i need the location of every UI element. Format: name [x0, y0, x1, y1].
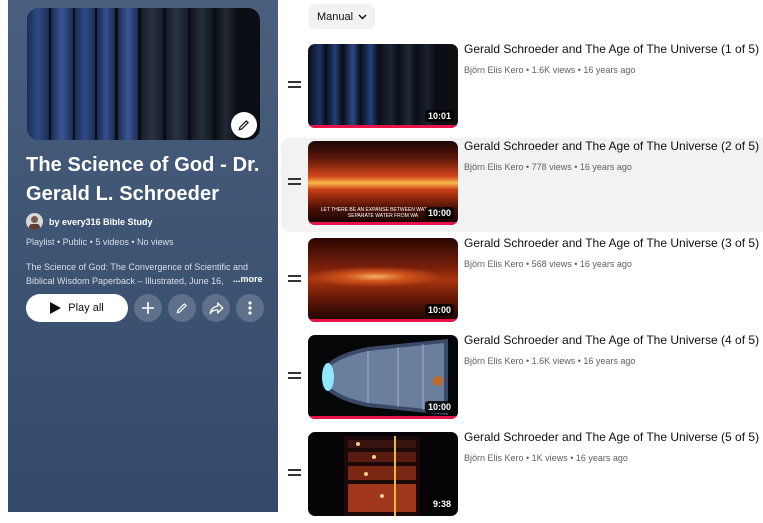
video-meta: Björn Elis Kero • 778 views • 16 years a…: [464, 162, 632, 172]
cover-book-spine: [166, 8, 188, 140]
description-more-link[interactable]: ...more: [230, 274, 263, 284]
avatar: [26, 213, 43, 230]
cover-book-spine: [75, 8, 95, 140]
share-icon: [209, 302, 223, 315]
video-title[interactable]: Gerald Schroeder and The Age of The Univ…: [464, 139, 763, 153]
list-item[interactable]: 10:00 Gerald Schroeder and The Age of Th…: [281, 332, 763, 426]
watch-progress-bar: [308, 125, 458, 128]
sort-label: Manual: [317, 10, 354, 23]
video-meta: Björn Elis Kero • 568 views • 16 years a…: [464, 259, 632, 269]
playlist-header-panel: The Science of God - Dr. Gerald L. Schro…: [8, 0, 278, 512]
share-button[interactable]: [202, 294, 230, 322]
cover-book-spine: [118, 8, 138, 140]
more-options-button[interactable]: [236, 294, 264, 322]
video-duration: 9:38: [429, 498, 454, 510]
list-item[interactable]: 10:00 Gerald Schroeder and The Age of Th…: [281, 235, 763, 329]
video-thumbnail[interactable]: 9:38: [308, 432, 458, 516]
video-thumbnail[interactable]: 10:00: [308, 238, 458, 322]
playlist-actions: Play all: [26, 294, 264, 322]
drag-handle-icon[interactable]: [288, 178, 301, 188]
video-meta: Björn Elis Kero • 1.6K views • 16 years …: [464, 65, 636, 75]
play-all-button[interactable]: Play all: [26, 294, 128, 322]
list-item[interactable]: LET THERE BE AN EXPANSE BETWEEN WATERS T…: [281, 138, 763, 232]
watch-progress-bar: [308, 319, 458, 322]
video-title[interactable]: Gerald Schroeder and The Age of The Univ…: [464, 42, 763, 56]
drag-handle-icon[interactable]: [288, 81, 301, 91]
plus-icon: [142, 302, 154, 314]
playlist-meta: Playlist • Public • 5 videos • No views: [26, 237, 174, 247]
playlist-cover-image[interactable]: [27, 8, 260, 140]
list-item[interactable]: 9:38 Gerald Schroeder and The Age of The…: [281, 429, 763, 523]
video-duration: 10:00: [424, 304, 454, 316]
watch-progress-bar: [308, 416, 458, 419]
playlist-title[interactable]: The Science of God - Dr. Gerald L. Schro…: [26, 151, 271, 209]
video-title[interactable]: Gerald Schroeder and The Age of The Univ…: [464, 236, 763, 250]
play-icon: [50, 302, 62, 314]
cover-book-spine: [191, 8, 213, 140]
sort-dropdown[interactable]: Manual: [308, 4, 376, 29]
video-duration: 10:00: [424, 401, 454, 413]
chevron-down-icon: [358, 14, 367, 19]
edit-playlist-button[interactable]: [168, 294, 196, 322]
video-thumbnail[interactable]: 10:00: [308, 335, 458, 419]
video-thumbnail[interactable]: LET THERE BE AN EXPANSE BETWEEN WATERS T…: [308, 141, 458, 225]
video-title[interactable]: Gerald Schroeder and The Age of The Univ…: [464, 430, 763, 444]
pencil-icon: [176, 303, 187, 314]
cover-book-spine: [51, 8, 73, 140]
play-all-label: Play all: [68, 302, 104, 314]
playlist-owner[interactable]: by every316 Bible Study: [26, 213, 153, 230]
list-item[interactable]: 10:01 Gerald Schroeder and The Age of Th…: [281, 41, 763, 135]
cover-book-spine: [27, 8, 49, 140]
owner-name[interactable]: by every316 Bible Study: [49, 217, 153, 227]
video-thumbnail[interactable]: 10:01: [308, 44, 458, 128]
more-vert-icon: [248, 301, 252, 315]
drag-handle-icon[interactable]: [288, 275, 301, 285]
pencil-icon: [238, 120, 249, 131]
drag-handle-icon[interactable]: [288, 469, 301, 479]
video-duration: 10:01: [424, 110, 454, 122]
add-to-playlist-button[interactable]: [134, 294, 162, 322]
cover-book-spine: [141, 8, 163, 140]
video-meta: Björn Elis Kero • 1K views • 16 years ag…: [464, 453, 628, 463]
video-title[interactable]: Gerald Schroeder and The Age of The Univ…: [464, 333, 763, 347]
video-meta: Björn Elis Kero • 1.6K views • 16 years …: [464, 356, 636, 366]
edit-cover-button[interactable]: [231, 112, 257, 138]
watch-progress-bar: [308, 222, 458, 225]
cover-book-spine: [97, 8, 115, 140]
drag-handle-icon[interactable]: [288, 372, 301, 382]
video-duration: 10:00: [424, 207, 454, 219]
